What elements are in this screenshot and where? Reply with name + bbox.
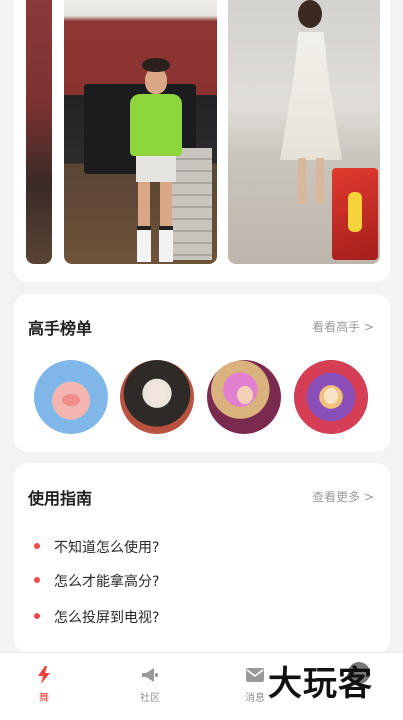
tab-community-label: 社区 xyxy=(140,693,160,704)
masters-leaderboard-card: 高手榜单 看看高手 > xyxy=(14,294,390,452)
bullet-dot xyxy=(34,613,40,619)
guide-item-label: 怎么才能拿高分? xyxy=(54,574,160,590)
boy-figure xyxy=(126,58,184,264)
view-more-link[interactable]: 查看更多 > xyxy=(312,488,374,505)
tab-dance-label: 舞 xyxy=(39,693,49,704)
watermark-logo: 大玩客 xyxy=(268,664,373,704)
bullet-dot xyxy=(34,543,40,549)
guide-item-label: 不知道怎么使用? xyxy=(54,540,160,556)
megaphone-icon xyxy=(142,668,158,682)
master-avatar-2[interactable] xyxy=(120,360,194,434)
masters-title: 高手榜单 xyxy=(28,319,93,338)
game-poster-image xyxy=(332,168,378,260)
master-avatar-4[interactable] xyxy=(294,360,368,434)
master-avatar-3[interactable] xyxy=(207,360,281,434)
guide-item[interactable]: 不知道怎么使用? xyxy=(34,537,159,557)
guide-item-label: 怎么投屏到电视? xyxy=(54,610,160,626)
lightning-icon xyxy=(38,666,50,684)
video-thumbnail-girl-dancing[interactable] xyxy=(228,0,380,264)
bullet-dot xyxy=(34,577,40,583)
tab-dance[interactable]: 舞 xyxy=(24,665,64,704)
tab-community[interactable]: 社区 xyxy=(130,665,170,704)
usage-guide-card: 使用指南 查看更多 > 不知道怎么使用? 怎么才能拿高分? 怎么投屏到电视? xyxy=(14,463,390,653)
guide-item[interactable]: 怎么才能拿高分? xyxy=(34,571,159,591)
video-thumbnails-card xyxy=(14,0,390,282)
master-avatar-1[interactable] xyxy=(34,360,108,434)
video-thumbnail-boy-dancing[interactable] xyxy=(64,0,217,264)
envelope-icon xyxy=(246,668,264,682)
guide-title: 使用指南 xyxy=(28,489,93,508)
view-masters-link[interactable]: 看看高手 > xyxy=(312,318,374,335)
guide-item[interactable]: 怎么投屏到电视? xyxy=(34,607,159,627)
video-thumbnail-partial[interactable] xyxy=(26,0,52,264)
